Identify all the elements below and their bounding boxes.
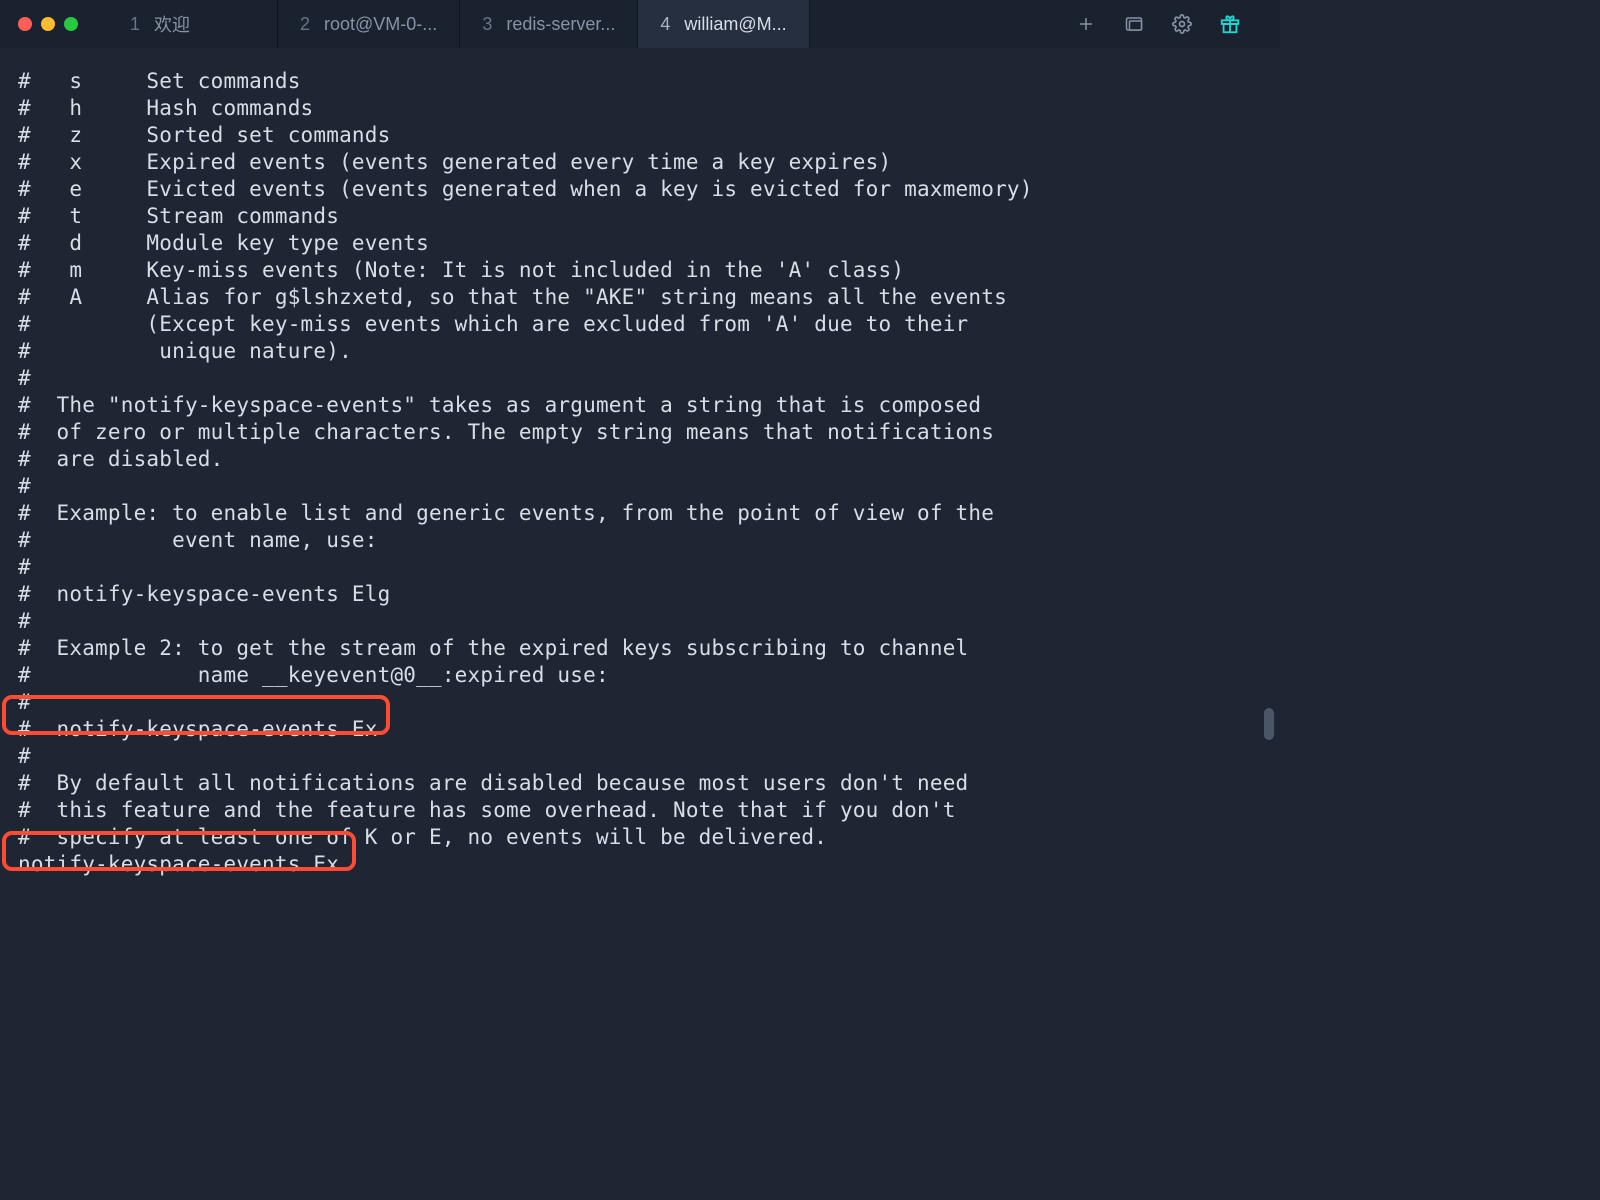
tab-bar: 1 欢迎 2 root@VM-0-... 3 redis-server... 4… — [108, 0, 1054, 48]
titlebar: 1 欢迎 2 root@VM-0-... 3 redis-server... 4… — [0, 0, 1280, 48]
tab-label: 欢迎 — [154, 11, 190, 37]
tab-root-vm[interactable]: 2 root@VM-0-... — [278, 0, 460, 48]
tab-label: root@VM-0-... — [324, 14, 437, 35]
panels-icon[interactable] — [1112, 4, 1156, 44]
tab-william[interactable]: 4 william@M... — [638, 0, 809, 48]
tab-label: william@M... — [684, 14, 786, 35]
toolbar-right — [1064, 4, 1262, 44]
maximize-window-button[interactable] — [64, 17, 78, 31]
scrollbar-thumb[interactable] — [1264, 708, 1274, 740]
tab-index: 1 — [130, 14, 140, 35]
tab-label: redis-server... — [506, 14, 615, 35]
tab-index: 4 — [660, 14, 670, 35]
tab-index: 3 — [482, 14, 492, 35]
close-window-button[interactable] — [18, 17, 32, 31]
minimize-window-button[interactable] — [41, 17, 55, 31]
gift-icon[interactable] — [1208, 4, 1252, 44]
editor-content[interactable]: # s Set commands # h Hash commands # z S… — [0, 48, 1280, 898]
traffic-lights — [18, 17, 78, 31]
tab-redis-server[interactable]: 3 redis-server... — [460, 0, 638, 48]
new-tab-button[interactable] — [1064, 4, 1108, 44]
tab-welcome[interactable]: 1 欢迎 — [108, 0, 278, 48]
editor-area: # s Set commands # h Hash commands # z S… — [0, 48, 1280, 960]
tab-index: 2 — [300, 14, 310, 35]
gear-icon[interactable] — [1160, 4, 1204, 44]
